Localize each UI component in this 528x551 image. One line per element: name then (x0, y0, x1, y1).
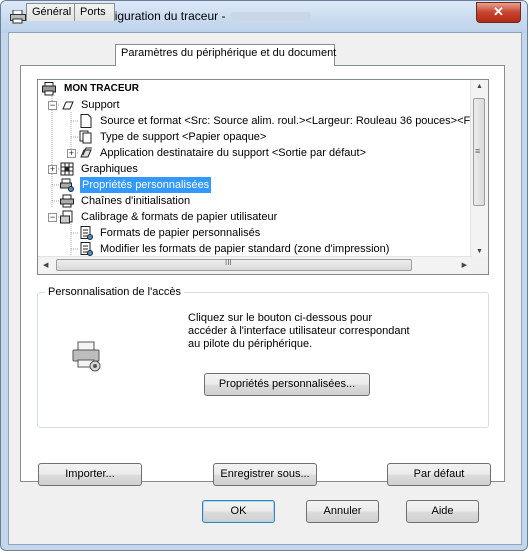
restore-default-button[interactable]: Par défaut (387, 463, 491, 486)
vertical-scrollbar[interactable]: ▲ ≡ ▼ (470, 80, 488, 258)
plotter-icon (42, 82, 56, 96)
description-line: accéder à l'interface utilisateur corres… (188, 325, 410, 337)
paper-size-icon (80, 226, 93, 240)
custom-properties-icon (72, 341, 101, 372)
settings-tree[interactable]: MON TRACEUR − Support Source et format <… (37, 79, 489, 275)
access-description: Cliquez sur le bouton ci-dessous pour ac… (188, 312, 448, 351)
horizontal-scroll-thumb[interactable]: III (56, 258, 412, 271)
close-button[interactable]: ✕ (476, 2, 521, 23)
tree-item-label: Modifier les formats de papier standard … (100, 243, 390, 255)
vertical-scroll-thumb[interactable]: ≡ (473, 98, 485, 206)
scroll-left-icon[interactable]: ◀ (43, 261, 48, 269)
redacted-name (231, 12, 312, 22)
grip-icon: III (225, 258, 232, 267)
plotter-app-icon (10, 10, 26, 24)
help-button[interactable]: Aide (406, 500, 479, 523)
scroll-down-icon[interactable]: ▼ (476, 248, 483, 255)
calibration-icon (60, 210, 73, 224)
custom-properties-button[interactable]: Propriétés personnalisées... (204, 373, 370, 396)
expand-toggle[interactable]: + (48, 165, 57, 174)
media-output-icon (80, 147, 92, 158)
horizontal-scrollbar[interactable]: ◀ III ▶ (38, 256, 472, 274)
tree-item-label: Type de support <Papier opaque> (100, 131, 267, 143)
tree-item-label: Chaînes d'initialisation (81, 195, 191, 207)
tree-item-label: Formats de papier personnalisés (100, 227, 261, 239)
collapse-toggle[interactable]: − (48, 101, 57, 110)
close-icon: ✕ (493, 4, 504, 19)
description-line: au pilote du périphérique. (188, 338, 313, 350)
tree-root-label: MON TRACEUR (64, 83, 139, 94)
tab-label: Général (32, 6, 72, 18)
tree-item-label: Support (81, 99, 120, 111)
save-as-button[interactable]: Enregistrer sous... (213, 463, 317, 486)
ok-button[interactable]: OK (202, 500, 275, 523)
cancel-button[interactable]: Annuler (306, 500, 379, 523)
paper-size-icon (80, 242, 93, 256)
document-icon (80, 114, 92, 128)
custom-properties-icon (60, 178, 74, 192)
pages-icon (79, 130, 92, 144)
import-button[interactable]: Importer... (38, 463, 142, 486)
scroll-up-icon[interactable]: ▲ (476, 83, 483, 90)
groupbox-title: Personnalisation de l'accès (45, 286, 184, 298)
expand-toggle[interactable]: + (67, 149, 76, 158)
tree-item-label: Calibrage & formats de papier utilisateu… (81, 211, 278, 223)
scrollbar-corner (471, 257, 488, 274)
tab-label: Paramètres du périphérique et du documen… (121, 47, 337, 59)
graphics-icon (60, 162, 74, 176)
grip-icon: ≡ (475, 146, 481, 156)
tree-item-label: Application destinataire du support <Sor… (100, 147, 367, 159)
collapse-toggle[interactable]: − (48, 213, 57, 222)
tab-ports[interactable]: Ports (74, 3, 115, 21)
tree-item-label: Source et format <Src: Source alim. roul… (100, 115, 489, 127)
media-icon (62, 101, 74, 110)
tab-general[interactable]: Général (26, 3, 75, 21)
tab-device-document-settings[interactable]: Paramètres du périphérique et du documen… (115, 44, 337, 66)
printer-icon (60, 194, 74, 208)
tab-label: Ports (80, 6, 106, 18)
scroll-right-icon[interactable]: ▶ (462, 261, 467, 269)
description-line: Cliquez sur le bouton ci-dessous pour (188, 312, 373, 324)
tree-item-label-selected: Propriétés personnalisées (80, 177, 212, 193)
tree-item-label: Graphiques (81, 163, 138, 175)
